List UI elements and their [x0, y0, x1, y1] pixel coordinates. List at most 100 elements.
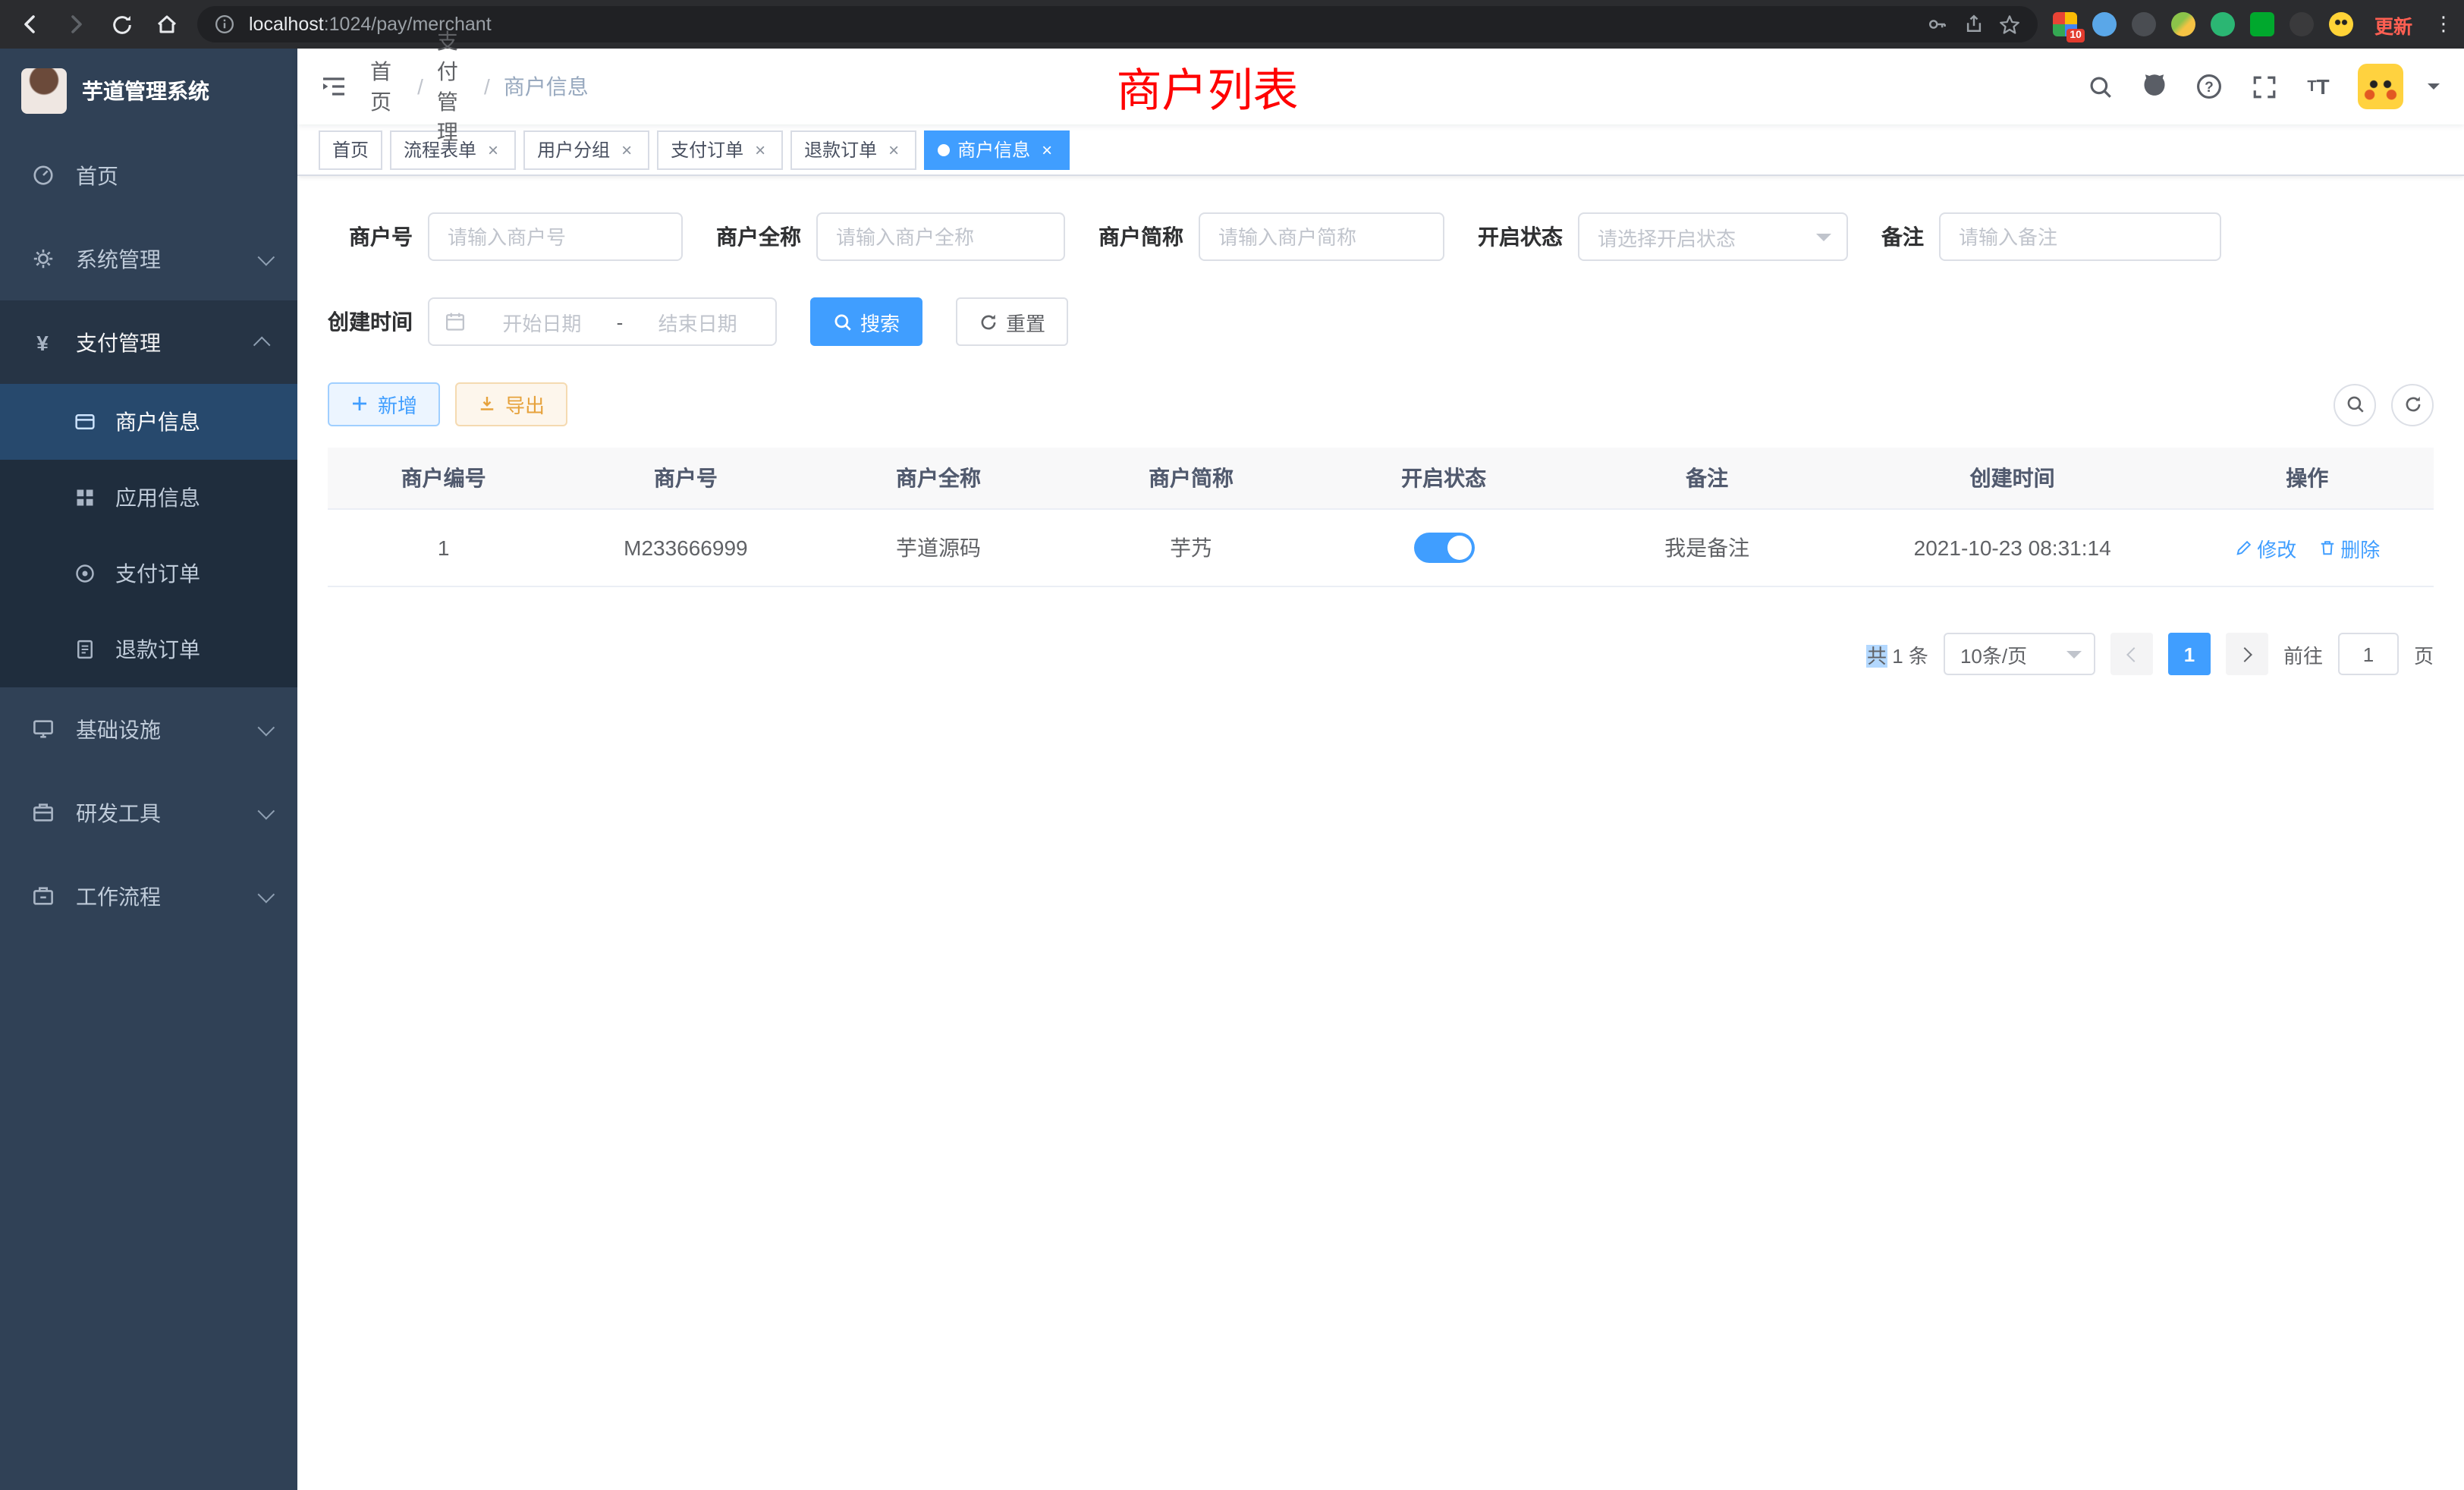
- page-unit-label: 页: [2414, 640, 2434, 668]
- export-button[interactable]: 导出: [455, 382, 567, 426]
- status-label: 开启状态: [1478, 222, 1563, 252]
- sidebar-item-pay[interactable]: ¥ 支付管理: [0, 300, 297, 384]
- top-navbar: 首页 / 支付管理 / 商户信息 商户列表 ?: [297, 49, 2464, 124]
- edit-link[interactable]: 修改: [2234, 533, 2296, 562]
- status-toggle[interactable]: [1413, 533, 1474, 563]
- date-end-placeholder: 结束日期: [635, 307, 760, 336]
- cell-full-name: 芋道源码: [812, 510, 1064, 586]
- tab-close-icon[interactable]: [885, 140, 903, 159]
- fullscreen-icon[interactable]: [2249, 71, 2279, 102]
- merchant-no-input[interactable]: [428, 212, 683, 261]
- document-icon: [73, 637, 97, 662]
- refresh-icon: [979, 312, 998, 332]
- breadcrumb: 首页 / 支付管理 / 商户信息: [370, 26, 649, 147]
- breadcrumb-current: 商户信息: [504, 71, 589, 102]
- page-1-button[interactable]: 1: [2168, 633, 2211, 675]
- short-name-input[interactable]: [1199, 212, 1444, 261]
- avatar[interactable]: [2358, 64, 2403, 109]
- browser-update-button[interactable]: 更新: [2368, 10, 2418, 39]
- collapse-sidebar-icon[interactable]: [319, 71, 349, 102]
- goto-page-input[interactable]: [2338, 633, 2399, 675]
- chevron-down-icon: [258, 885, 275, 903]
- cell-merchant-id: 1: [328, 513, 559, 583]
- sidebar-item-pay-order[interactable]: 支付订单: [0, 536, 297, 611]
- reset-button[interactable]: 重置: [956, 297, 1068, 346]
- screen: localhost:1024/pay/merchant 10 更新: [0, 0, 2464, 1490]
- active-dot: [938, 143, 950, 156]
- full-name-label: 商户全称: [716, 222, 801, 252]
- status-select[interactable]: 请选择开启状态: [1578, 212, 1848, 261]
- cell-merchant-no: M233666999: [559, 513, 812, 583]
- help-icon[interactable]: ?: [2194, 71, 2224, 102]
- avatar-caret-icon[interactable]: [2428, 83, 2440, 96]
- full-name-input[interactable]: [816, 212, 1065, 261]
- toggle-search-button[interactable]: [2334, 383, 2376, 426]
- add-button[interactable]: 新增: [328, 382, 440, 426]
- sidebar-item-system[interactable]: 系统管理: [0, 217, 297, 300]
- sidebar-item-devtools[interactable]: 研发工具: [0, 771, 297, 854]
- calendar-icon: [445, 310, 467, 333]
- download-icon: [478, 395, 498, 414]
- share-icon[interactable]: [1962, 12, 1986, 36]
- bookmark-star-icon[interactable]: [1998, 12, 2022, 36]
- chevron-down-icon: [258, 248, 275, 266]
- search-button[interactable]: 搜索: [810, 297, 922, 346]
- sidebar-group-pay: ¥ 支付管理 商户信息 应用信息: [0, 300, 297, 687]
- tab-merchant-info[interactable]: 商户信息: [924, 130, 1070, 169]
- page-size-select[interactable]: 10条/页: [1944, 633, 2095, 675]
- refresh-table-button[interactable]: [2391, 383, 2434, 426]
- chevron-right-icon: [2237, 646, 2252, 662]
- remark-label: 备注: [1881, 222, 1924, 252]
- sidebar-item-home[interactable]: 首页: [0, 134, 297, 217]
- pagination: 共 1 条 10条/页 1 前往 页: [328, 633, 2434, 675]
- sidebar-item-infra[interactable]: 基础设施: [0, 687, 297, 771]
- col-full-name: 商户全称: [812, 448, 1064, 508]
- delete-link[interactable]: 删除: [2318, 533, 2380, 562]
- logo[interactable]: 芋道管理系统: [0, 49, 297, 134]
- extension-icon-3[interactable]: [2132, 12, 2156, 36]
- annotation-text: 商户列表: [1117, 53, 1299, 120]
- prev-page-button[interactable]: [2110, 633, 2153, 675]
- chevron-down-icon: [1816, 233, 1831, 248]
- site-info-icon[interactable]: [212, 12, 237, 36]
- tab-close-icon[interactable]: [751, 140, 769, 159]
- extension-icon-4[interactable]: [2171, 12, 2195, 36]
- extension-icon-5[interactable]: [2211, 12, 2235, 36]
- breadcrumb-home[interactable]: 首页: [370, 56, 404, 117]
- github-icon[interactable]: [2139, 71, 2170, 102]
- toolbox-icon: [30, 800, 55, 825]
- extension-icon-8[interactable]: [2329, 12, 2353, 36]
- font-size-icon[interactable]: TT: [2303, 71, 2334, 102]
- forward-icon[interactable]: [61, 9, 91, 39]
- back-icon[interactable]: [15, 9, 46, 39]
- card-icon: [73, 410, 97, 434]
- extension-icon-6[interactable]: [2250, 12, 2274, 36]
- date-separator: -: [617, 310, 624, 333]
- breadcrumb-section[interactable]: 支付管理: [437, 26, 470, 147]
- sidebar-item-refund-order[interactable]: 退款订单: [0, 611, 297, 687]
- sidebar-item-app-info[interactable]: 应用信息: [0, 460, 297, 536]
- extension-icon-2[interactable]: [2092, 12, 2117, 36]
- browser-menu-icon[interactable]: [2434, 12, 2449, 36]
- extension-icon-1[interactable]: 10: [2053, 12, 2077, 36]
- monitor-icon: [30, 717, 55, 741]
- chevron-up-icon: [253, 336, 271, 354]
- create-time-range-picker[interactable]: 开始日期 - 结束日期: [428, 297, 777, 346]
- col-merchant-no: 商户号: [559, 448, 812, 508]
- search-icon[interactable]: [2085, 71, 2115, 102]
- search-form-row-2: 创建时间 开始日期 - 结束日期: [328, 297, 2434, 346]
- create-time-label: 创建时间: [328, 306, 413, 337]
- extension-badge: 10: [2066, 29, 2085, 42]
- yen-icon: ¥: [30, 330, 55, 354]
- tab-pay-order[interactable]: 支付订单: [657, 130, 783, 169]
- key-icon[interactable]: [1925, 12, 1950, 36]
- next-page-button[interactable]: [2226, 633, 2268, 675]
- sidebar-item-workflow[interactable]: 工作流程: [0, 854, 297, 938]
- tab-close-icon[interactable]: [1038, 140, 1056, 159]
- tab-refund-order[interactable]: 退款订单: [790, 130, 916, 169]
- extension-icon-7[interactable]: [2290, 12, 2314, 36]
- remark-input[interactable]: [1939, 212, 2221, 261]
- reload-icon[interactable]: [106, 9, 137, 39]
- sidebar-item-merchant-info[interactable]: 商户信息: [0, 384, 297, 460]
- home-icon[interactable]: [152, 9, 182, 39]
